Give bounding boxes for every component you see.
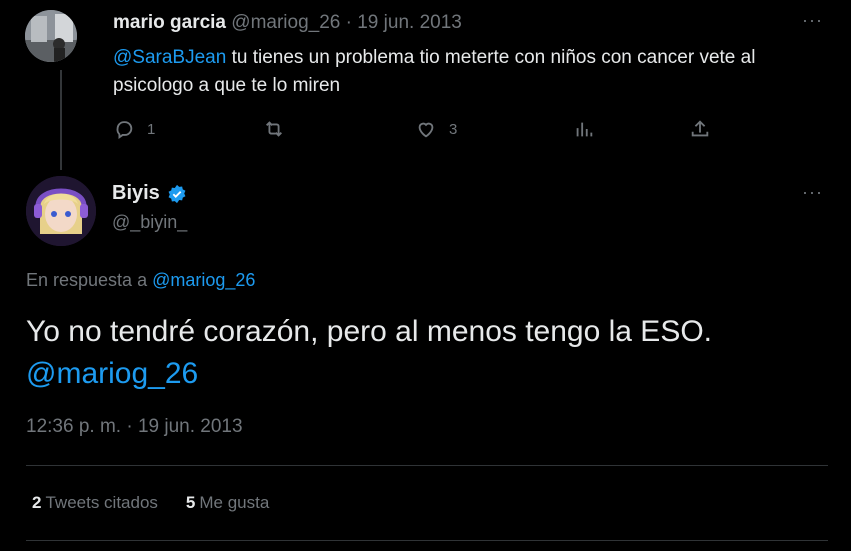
likes-count: 5 [185, 493, 196, 512]
author-name-text: Biyis [112, 182, 160, 204]
reply-handle-link[interactable]: @mariog_26 [152, 270, 255, 290]
quotes-count: 2 [32, 493, 42, 512]
reply-prefix: En respuesta a [26, 270, 153, 290]
reply-context: En respuesta a @mariog_26 [26, 270, 255, 291]
tweet-text: Yo no tendré corazón, pero al menos teng… [26, 311, 826, 395]
quotes-label: Tweets citados [45, 493, 158, 512]
tweet-body: Yo no tendré corazón, pero al menos teng… [26, 315, 713, 348]
reply-count: 1 [147, 120, 156, 138]
parent-header: mario garcia @mariog_26 · 19 jun. 2013 [113, 12, 462, 34]
parent-date[interactable]: · 19 jun. 2013 [340, 12, 462, 33]
tweet-timestamp[interactable]: 12:36 p. m. · 19 jun. 2013 [26, 416, 243, 438]
likes-stat[interactable]: 5 Me gusta [186, 493, 269, 513]
tweet-more-icon[interactable]: ··· [802, 182, 823, 203]
parent-name[interactable]: mario garcia [113, 12, 226, 33]
like-button[interactable]: 3 [415, 118, 457, 140]
retweet-button[interactable] [263, 118, 297, 140]
share-icon [691, 120, 709, 137]
thread-line [60, 70, 62, 170]
views-button[interactable] [573, 118, 595, 140]
parent-mention-link[interactable]: @SaraBJean [113, 47, 226, 68]
retweet-icon [266, 121, 282, 137]
parent-avatar[interactable] [25, 10, 77, 62]
author-handle[interactable]: @_biyin_ [112, 212, 187, 233]
like-count: 3 [449, 120, 458, 138]
divider-top [26, 465, 828, 466]
parent-actions: 1 3 [113, 118, 713, 142]
quotes-stat[interactable]: 2 Tweets citados [32, 493, 158, 513]
likes-label: Me gusta [199, 493, 270, 512]
parent-more-icon[interactable]: ··· [802, 10, 823, 31]
author-avatar-image [26, 176, 96, 246]
parent-handle[interactable]: @mariog_26 [231, 12, 340, 33]
verified-badge-icon[interactable] [166, 183, 188, 205]
parent-tweet: mario garcia @mariog_26 · 19 jun. 2013 ·… [0, 0, 851, 170]
engagement-stats: 2 Tweets citados 5 Me gusta [32, 493, 269, 513]
reply-button[interactable]: 1 [113, 118, 155, 140]
tweet-mention-link[interactable]: @mariog_26 [26, 353, 826, 395]
author-name[interactable]: Biyis [112, 182, 188, 205]
parent-avatar-image [25, 10, 77, 62]
share-button[interactable] [689, 118, 711, 140]
reply-icon [116, 121, 133, 140]
author-avatar[interactable] [26, 176, 96, 246]
divider-bottom [26, 540, 828, 541]
heart-icon [418, 122, 434, 138]
parent-text: @SaraBJean tu tienes un problema tio met… [113, 44, 833, 100]
analytics-icon [576, 122, 593, 137]
